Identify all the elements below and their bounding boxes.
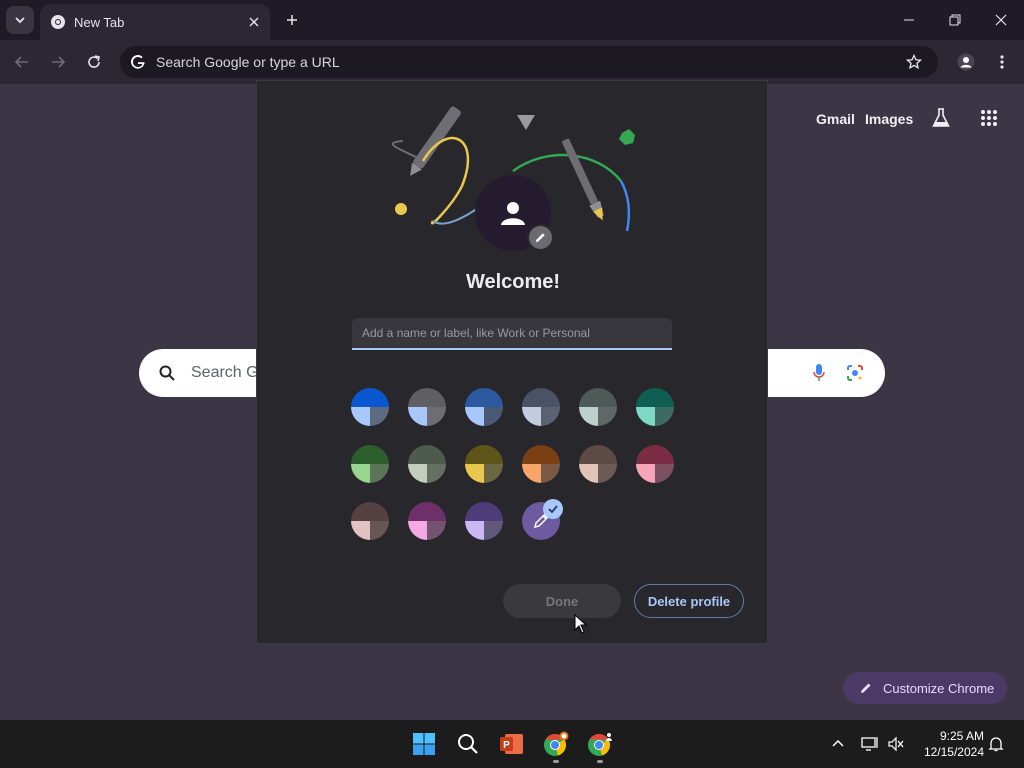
svg-text:P: P bbox=[503, 740, 510, 751]
reload-icon bbox=[88, 55, 100, 68]
color-swatch[interactable] bbox=[522, 388, 560, 426]
taskbar-chrome-2[interactable] bbox=[584, 728, 616, 760]
color-swatch[interactable] bbox=[408, 388, 446, 426]
color-swatch[interactable] bbox=[465, 445, 503, 483]
chevron-down-icon bbox=[15, 17, 25, 24]
reload-button[interactable] bbox=[80, 48, 108, 76]
more-vert-icon bbox=[1000, 55, 1004, 69]
color-swatch[interactable] bbox=[522, 445, 560, 483]
close-window-button[interactable] bbox=[978, 4, 1024, 36]
network-button[interactable] bbox=[860, 734, 880, 754]
flask-icon bbox=[932, 108, 950, 127]
color-swatch[interactable] bbox=[579, 445, 617, 483]
volume-button[interactable] bbox=[886, 734, 906, 754]
color-swatch[interactable] bbox=[636, 388, 674, 426]
tab-close-button[interactable] bbox=[244, 12, 264, 32]
minimize-button[interactable] bbox=[886, 4, 932, 36]
taskbar-chrome-1[interactable] bbox=[540, 728, 572, 760]
tab-title: New Tab bbox=[74, 14, 125, 30]
tab-strip: New Tab bbox=[0, 0, 1024, 40]
search-icon bbox=[458, 734, 478, 754]
customize-chrome-label: Customize Chrome bbox=[883, 680, 995, 696]
omnibox[interactable]: Search Google or type a URL bbox=[120, 46, 938, 78]
toolbar: Search Google or type a URL bbox=[0, 40, 1024, 84]
bookmark-star-button[interactable] bbox=[902, 50, 926, 74]
selected-check-badge bbox=[543, 499, 563, 519]
new-tab-button[interactable] bbox=[280, 8, 304, 32]
taskbar-search-button[interactable] bbox=[452, 728, 484, 760]
done-button[interactable]: Done bbox=[503, 584, 621, 618]
running-indicator bbox=[597, 760, 603, 763]
profile-button[interactable] bbox=[952, 48, 980, 76]
start-button[interactable] bbox=[408, 728, 440, 760]
color-swatch[interactable] bbox=[579, 388, 617, 426]
person-icon bbox=[501, 202, 525, 225]
color-swatch[interactable] bbox=[351, 445, 389, 483]
star-icon bbox=[906, 54, 922, 70]
system-clock[interactable]: 9:25 AM 12/15/2024 bbox=[912, 728, 984, 760]
running-indicator bbox=[553, 760, 559, 763]
back-arrow-icon bbox=[14, 56, 28, 68]
restore-icon bbox=[949, 14, 961, 26]
chevron-up-icon bbox=[832, 739, 844, 747]
profile-icon bbox=[957, 53, 975, 71]
color-swatch[interactable] bbox=[408, 502, 446, 540]
taskbar: P 9:25 AM 12/15/2024 bbox=[0, 720, 1024, 768]
windows-icon bbox=[413, 733, 435, 755]
speaker-muted-icon bbox=[888, 736, 904, 752]
mouse-cursor-icon bbox=[574, 614, 588, 634]
tab-search-button[interactable] bbox=[6, 6, 34, 34]
color-swatch[interactable] bbox=[408, 445, 446, 483]
google-apps-button[interactable] bbox=[978, 107, 1000, 129]
check-icon bbox=[548, 505, 558, 514]
restore-button[interactable] bbox=[932, 4, 978, 36]
search-icon bbox=[159, 365, 175, 381]
close-icon bbox=[995, 14, 1007, 26]
clock-time: 9:25 AM bbox=[939, 729, 984, 743]
delete-profile-button[interactable]: Delete profile bbox=[634, 584, 744, 618]
gmail-link[interactable]: Gmail bbox=[816, 111, 855, 127]
color-swatch[interactable] bbox=[636, 445, 674, 483]
minimize-icon bbox=[904, 19, 914, 21]
labs-button[interactable] bbox=[930, 107, 952, 129]
google-lens-icon[interactable] bbox=[846, 364, 864, 382]
color-swatch[interactable] bbox=[465, 502, 503, 540]
images-link[interactable]: Images bbox=[865, 111, 913, 127]
color-swatch[interactable] bbox=[351, 502, 389, 540]
close-icon bbox=[249, 17, 259, 27]
taskbar-powerpoint[interactable]: P bbox=[496, 728, 528, 760]
chrome-icon bbox=[588, 733, 612, 756]
pencil-icon bbox=[861, 683, 871, 693]
color-swatch[interactable] bbox=[351, 388, 389, 426]
monitor-network-icon bbox=[861, 737, 878, 751]
google-g-icon bbox=[131, 55, 145, 69]
chrome-icon bbox=[51, 15, 65, 29]
clock-date: 12/15/2024 bbox=[923, 745, 984, 759]
apps-grid-icon bbox=[981, 110, 997, 126]
powerpoint-icon: P bbox=[500, 734, 523, 754]
forward-arrow-icon bbox=[52, 56, 66, 68]
chrome-icon bbox=[544, 731, 569, 756]
notifications-button[interactable] bbox=[986, 734, 1006, 754]
back-button[interactable] bbox=[8, 48, 36, 76]
microphone-icon[interactable] bbox=[813, 363, 825, 383]
dialog-title: Welcome! bbox=[465, 271, 561, 293]
menu-button[interactable] bbox=[988, 48, 1016, 76]
pencil-icon bbox=[535, 233, 545, 243]
customize-chrome-button[interactable]: Customize Chrome bbox=[843, 672, 1007, 704]
color-swatch[interactable] bbox=[465, 388, 503, 426]
bell-icon bbox=[988, 737, 1004, 752]
tab-new-tab[interactable]: New Tab bbox=[40, 4, 270, 40]
profile-customization-dialog: Welcome! Done Delete profile bbox=[256, 80, 768, 644]
profile-name-input[interactable] bbox=[352, 318, 672, 350]
avatar-edit-button[interactable] bbox=[527, 224, 554, 251]
plus-icon bbox=[287, 15, 297, 25]
forward-button[interactable] bbox=[44, 48, 72, 76]
show-hidden-icons-button[interactable] bbox=[828, 734, 848, 754]
omnibox-placeholder: Search Google or type a URL bbox=[156, 54, 340, 70]
